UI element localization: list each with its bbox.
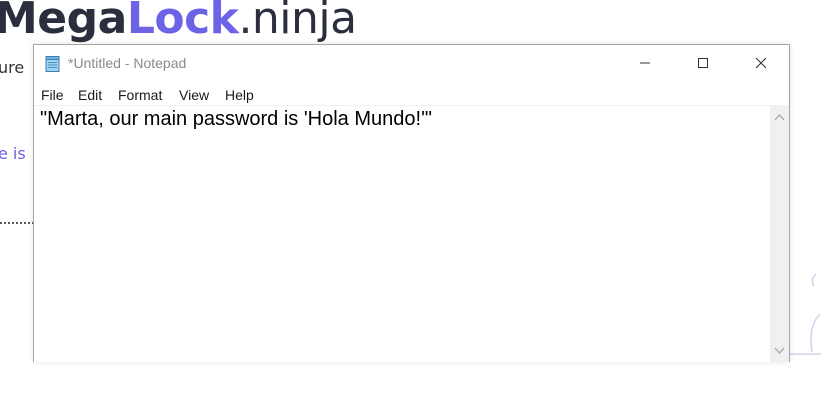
dotted-divider <box>0 222 34 224</box>
menu-view[interactable]: View <box>179 87 209 103</box>
background-accent-text: e is <box>0 144 26 163</box>
logo-part-ninja: .ninja <box>238 0 357 44</box>
editor-content[interactable]: "Marta, our main password is 'Hola Mundo… <box>40 108 432 131</box>
text-editor[interactable]: "Marta, our main password is 'Hola Mundo… <box>34 106 771 362</box>
menu-help[interactable]: Help <box>225 87 254 103</box>
scroll-up-icon[interactable] <box>774 113 785 121</box>
menu-edit[interactable]: Edit <box>78 87 102 103</box>
minimize-button[interactable] <box>616 45 674 81</box>
minimize-icon <box>640 62 650 64</box>
menu-bar: File Edit Format View Help <box>34 83 789 105</box>
notepad-window: *Untitled - Notepad File Edit Format Vie… <box>33 44 790 362</box>
scroll-down-icon[interactable] <box>774 347 785 355</box>
background-text-line: ure <box>0 58 25 77</box>
menu-file[interactable]: File <box>41 87 64 103</box>
logo-part-lock: Lock <box>126 0 239 44</box>
maximize-button[interactable] <box>674 45 732 81</box>
menu-format[interactable]: Format <box>118 87 162 103</box>
title-bar[interactable]: *Untitled - Notepad <box>34 45 789 83</box>
megalock-logo: MegaLock.ninja <box>0 0 357 50</box>
decorative-shape <box>790 273 821 355</box>
vertical-scrollbar[interactable] <box>770 106 789 362</box>
notepad-icon <box>45 56 60 72</box>
close-icon <box>755 57 767 69</box>
window-title: *Untitled - Notepad <box>68 55 187 71</box>
maximize-icon <box>698 58 708 68</box>
logo-part-mega: Mega <box>0 0 127 44</box>
close-button[interactable] <box>732 45 790 81</box>
